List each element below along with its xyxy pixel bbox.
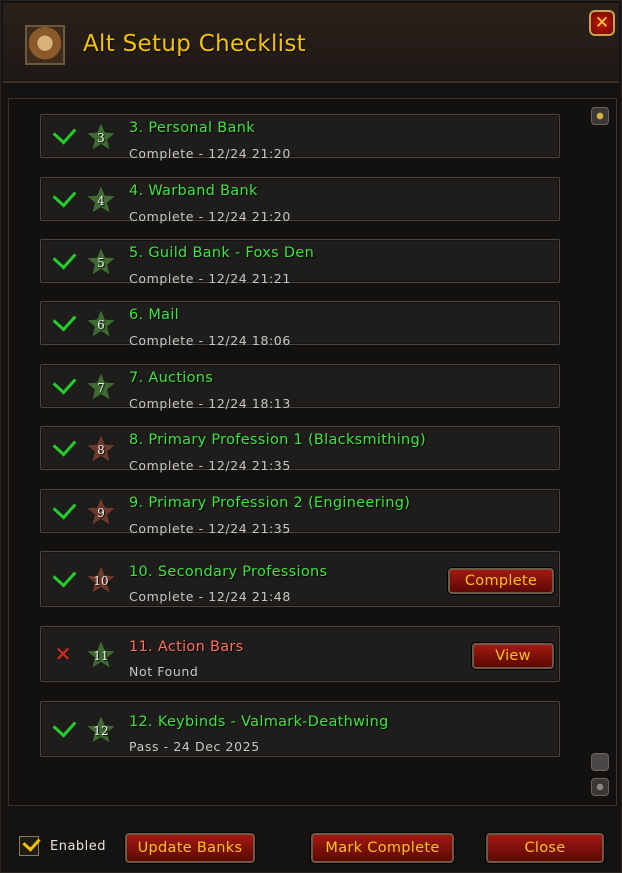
- step-title: 7. Auctions: [129, 370, 214, 386]
- update-banks-button[interactable]: Update Banks: [125, 833, 255, 863]
- step-status: Complete - 12/24 21:48: [129, 589, 291, 604]
- step-status: Complete - 12/24 21:20: [129, 146, 291, 161]
- star-badge-icon: 10: [84, 563, 118, 596]
- checkmark-icon: [52, 370, 77, 395]
- checklist-row[interactable]: 12 12. Keybinds - Valmark-Deathwing Pass -…: [40, 701, 560, 757]
- checklist-row[interactable]: ✕ 11 11. Action Bars Not Found View: [40, 626, 560, 682]
- step-number: 11: [93, 649, 109, 663]
- close-button[interactable]: Close: [486, 833, 604, 863]
- title-bar[interactable]: Alt Setup Checklist: [3, 3, 619, 83]
- checklist-row[interactable]: 9 9. Primary Profession 2 (Engineering) Co…: [40, 489, 560, 536]
- step-number: 9: [97, 506, 105, 520]
- checkmark-icon: [52, 120, 77, 145]
- scroll-up-icon[interactable]: [591, 107, 609, 125]
- step-number: 3: [97, 131, 105, 145]
- step-status: Complete - 12/24 21:20: [129, 209, 291, 224]
- step-number: 10: [93, 574, 109, 588]
- checkmark-icon: [52, 183, 77, 208]
- checkmark-icon: [52, 713, 77, 738]
- checkmark-icon: [52, 245, 77, 270]
- step-title: 3. Personal Bank: [129, 120, 255, 136]
- step-status: Not Found: [129, 664, 199, 679]
- step-status: Complete - 12/24 21:35: [129, 458, 291, 473]
- step-title: 9. Primary Profession 2 (Engineering): [129, 495, 411, 511]
- mark-complete-button[interactable]: Mark Complete: [311, 833, 454, 863]
- checklist-row[interactable]: 4 4. Warband Bank Complete - 12/24 21:20: [40, 177, 560, 224]
- star-badge-icon: 5: [84, 245, 118, 278]
- step-title: 12. Keybinds - Valmark-Deathwing: [129, 714, 389, 730]
- step-title: 6. Mail: [129, 307, 179, 323]
- star-badge-icon: 6: [84, 307, 118, 340]
- step-title: 5. Guild Bank - Foxs Den: [129, 245, 315, 261]
- step-status: Pass - 24 Dec 2025: [129, 739, 260, 754]
- step-status: Complete - 12/24 18:06: [129, 333, 291, 348]
- checkmark-icon: [52, 307, 77, 332]
- checkmark-icon: [52, 495, 77, 520]
- step-title: 10. Secondary Professions: [129, 564, 328, 580]
- complete-button[interactable]: Complete: [448, 568, 554, 594]
- character-portrait-icon: [25, 25, 65, 65]
- checkmark-icon: [52, 432, 77, 457]
- step-title: 8. Primary Profession 1 (Blacksmithing): [129, 432, 427, 448]
- step-number: 5: [97, 256, 105, 270]
- checklist-window: Alt Setup Checklist ✕ 3 3. Personal Bank C…: [0, 0, 622, 873]
- checkmark-icon: [52, 563, 77, 588]
- step-title: 4. Warband Bank: [129, 183, 258, 199]
- star-badge-icon: 4: [84, 183, 118, 216]
- star-badge-icon: 9: [84, 495, 118, 528]
- step-number: 4: [97, 194, 105, 208]
- view-button[interactable]: View: [472, 643, 554, 669]
- step-number: 12: [93, 724, 109, 738]
- step-number: 8: [97, 443, 105, 457]
- star-badge-icon: 8: [84, 432, 118, 465]
- star-badge-icon: 3: [84, 120, 118, 153]
- checklist-row[interactable]: 5 5. Guild Bank - Foxs Den Complete - 12/2…: [40, 239, 560, 286]
- checklist-row[interactable]: 6 6. Mail Complete - 12/24 18:06: [40, 301, 560, 348]
- scroll-down-icon[interactable]: [591, 778, 609, 796]
- star-badge-icon: 11: [84, 638, 118, 671]
- enabled-label: Enabled: [50, 839, 107, 854]
- step-status: Complete - 12/24 18:13: [129, 396, 291, 411]
- window-title: Alt Setup Checklist: [83, 31, 306, 57]
- step-number: 7: [97, 381, 105, 395]
- step-title: 11. Action Bars: [129, 639, 244, 655]
- scroll-thumb[interactable]: [591, 753, 609, 771]
- star-badge-icon: 12: [84, 713, 118, 746]
- checklist-row[interactable]: 10 10. Secondary Professions Complete - 12…: [40, 551, 560, 607]
- checklist-row[interactable]: 8 8. Primary Profession 1 (Blacksmithing)…: [40, 426, 560, 473]
- step-status: Complete - 12/24 21:35: [129, 521, 291, 536]
- checklist-row[interactable]: 3 3. Personal Bank Complete - 12/24 21:20: [40, 114, 560, 161]
- checklist-row[interactable]: 7 7. Auctions Complete - 12/24 18:13: [40, 364, 560, 411]
- step-number: 6: [97, 318, 105, 332]
- step-status: Complete - 12/24 21:21: [129, 271, 291, 286]
- fail-x-icon: ✕: [54, 642, 72, 666]
- star-badge-icon: 7: [84, 370, 118, 403]
- close-x-button[interactable]: ✕: [589, 10, 615, 36]
